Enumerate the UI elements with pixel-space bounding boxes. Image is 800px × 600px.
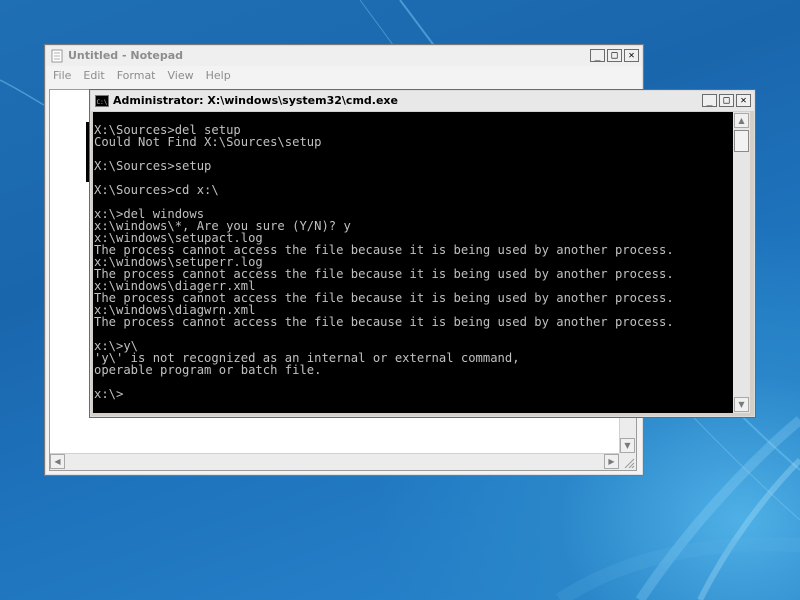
menu-help[interactable]: Help <box>200 67 237 85</box>
scroll-right-arrow-icon[interactable]: ▶ <box>604 454 619 469</box>
console-line: x:\> <box>94 387 124 401</box>
cmd-minimize-button[interactable]: _ <box>702 94 717 107</box>
console-output-area[interactable]: X:\Sources>del setup Could Not Find X:\So… <box>93 112 733 413</box>
cmd-title: Administrator: X:\windows\system32\cmd.e… <box>113 94 398 107</box>
cmd-titlebar[interactable]: C:\ Administrator: X:\windows\system32\c… <box>91 91 754 111</box>
scroll-up-arrow-icon[interactable]: ▲ <box>734 113 749 128</box>
console-line: X:\Sources>cd x:\ <box>94 183 219 197</box>
notepad-close-button[interactable]: ✕ <box>624 49 639 62</box>
console-line: X:\Sources>setup <box>94 159 212 173</box>
cmd-vertical-scrollbar[interactable]: ▲ ▼ <box>733 112 750 413</box>
svg-text:C:\: C:\ <box>97 99 108 106</box>
menu-file[interactable]: File <box>47 67 77 85</box>
notepad-menubar: File Edit Format View Help <box>47 67 641 85</box>
cmd-close-button[interactable]: ✕ <box>736 94 751 107</box>
menu-format[interactable]: Format <box>111 67 162 85</box>
resize-grip-icon[interactable] <box>619 453 636 470</box>
scrollbar-thumb[interactable] <box>734 130 749 152</box>
cmd-maximize-button[interactable]: □ <box>719 94 734 107</box>
cmd-window[interactable]: C:\ Administrator: X:\windows\system32\c… <box>89 89 756 418</box>
console-icon: C:\ <box>95 95 109 107</box>
menu-view[interactable]: View <box>162 67 200 85</box>
console-text: X:\Sources>del setup Could Not Find X:\So… <box>93 112 733 400</box>
scroll-left-arrow-icon[interactable]: ◀ <box>50 454 65 469</box>
notepad-title: Untitled - Notepad <box>68 49 184 62</box>
console-line: operable program or batch file. <box>94 363 322 377</box>
console-line: Could Not Find X:\Sources\setup <box>94 135 322 149</box>
console-line: The process cannot access the file becau… <box>94 315 674 329</box>
scroll-down-arrow-icon[interactable]: ▼ <box>734 397 749 412</box>
notepad-minimize-button[interactable]: _ <box>590 49 605 62</box>
notepad-horizontal-scrollbar[interactable]: ◀ ▶ <box>50 453 619 470</box>
notepad-icon <box>51 49 63 63</box>
menu-edit[interactable]: Edit <box>77 67 110 85</box>
scroll-down-arrow-icon[interactable]: ▼ <box>620 438 635 453</box>
notepad-maximize-button[interactable]: □ <box>607 49 622 62</box>
notepad-titlebar[interactable]: Untitled - Notepad _ □ ✕ <box>46 46 642 66</box>
